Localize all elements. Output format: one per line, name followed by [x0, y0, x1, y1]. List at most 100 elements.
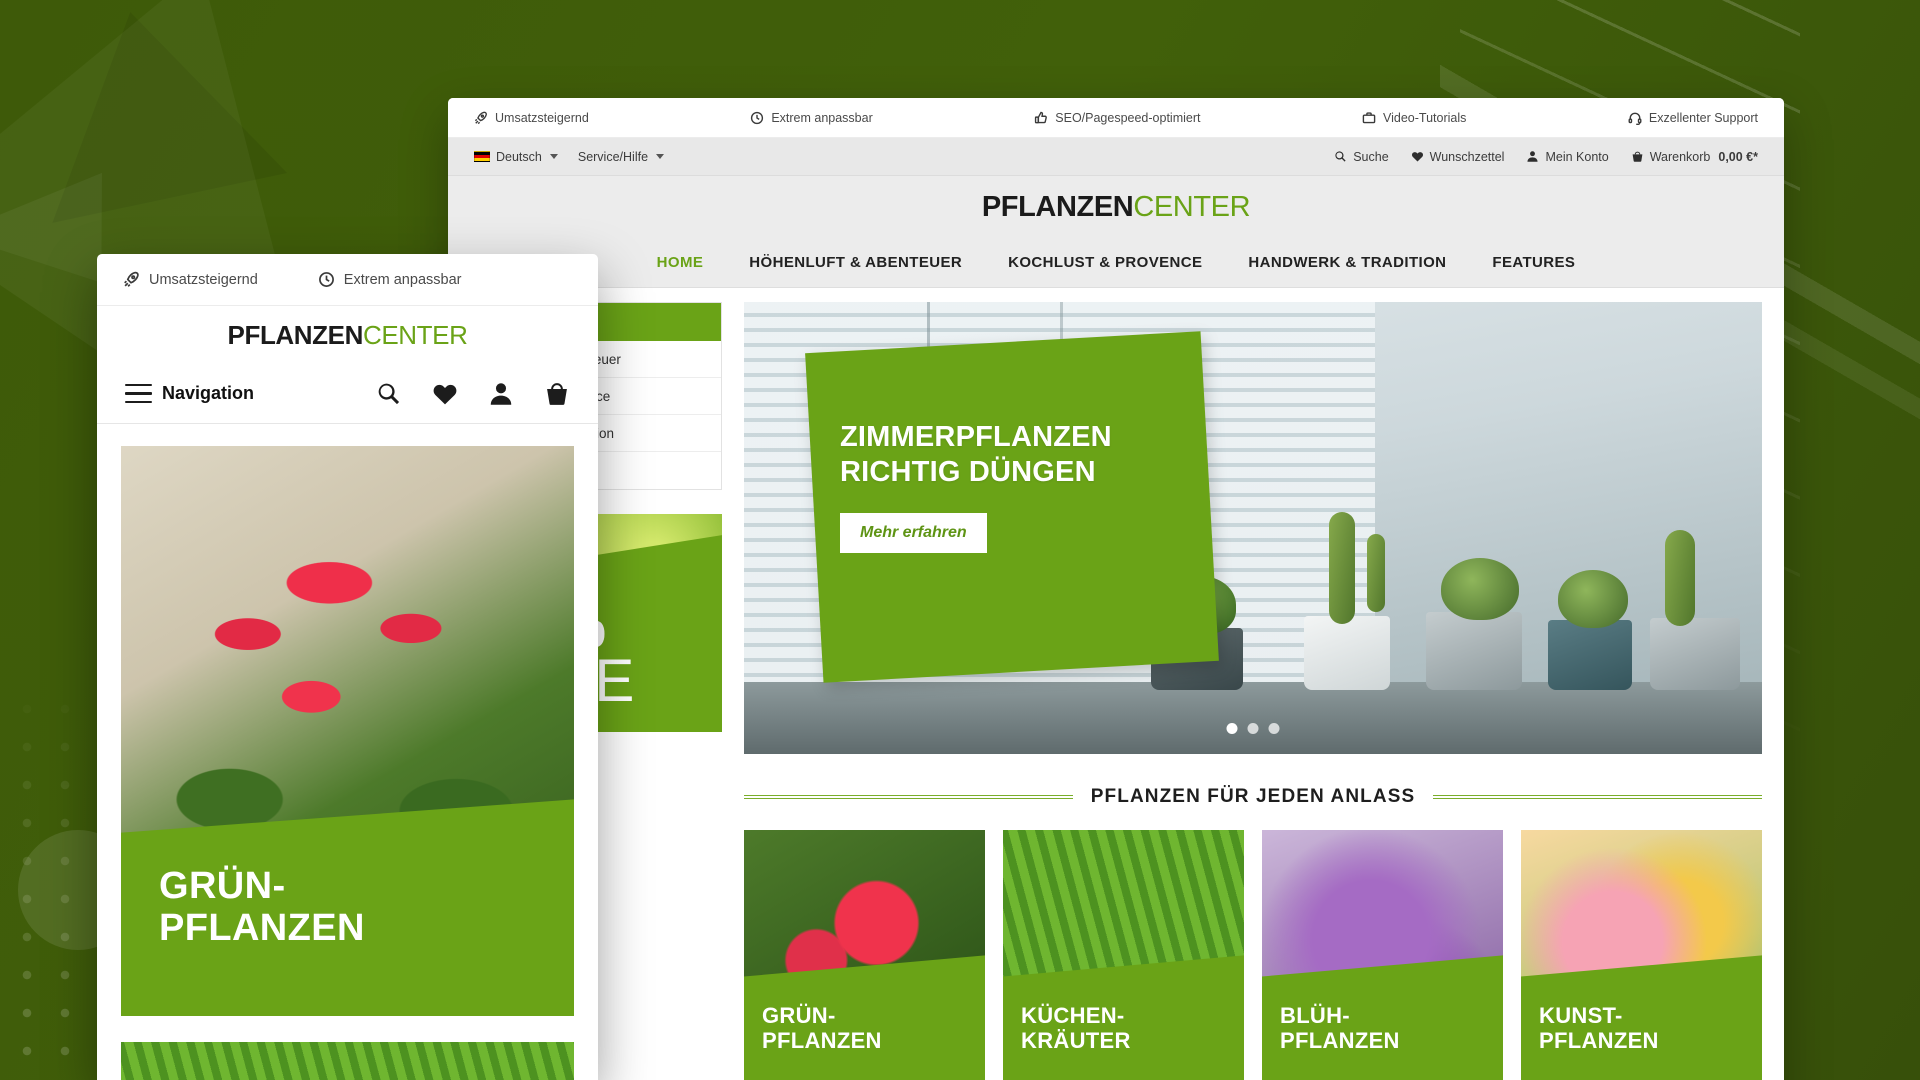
slider-dot-3[interactable] [1268, 723, 1280, 734]
tile-caption: BLÜH- PFLANZEN [1280, 1003, 1495, 1053]
mobile-usp-bar: Umsatzsteigernd Extrem anpassbar [97, 254, 598, 306]
search-label: Suche [1353, 149, 1389, 164]
mobile-tile-caption-line1: GRÜN- [159, 865, 286, 907]
hero-cta-button[interactable]: Mehr erfahren [840, 512, 987, 553]
hero-copy: ZIMMERPFLANZEN RICHTIG DÜNGEN Mehr erfah… [840, 420, 1220, 553]
category-tiles: GRÜN- PFLANZEN KÜCHEN- KRÄUTER BLÜH- PFL… [744, 830, 1762, 1080]
logo-bold-part: PFLANZEN [981, 190, 1134, 223]
language-selector[interactable]: Deutsch [474, 150, 558, 164]
wishlist-label: Wunschzettel [1429, 149, 1505, 164]
nav-item-hoehenluft-abenteuer[interactable]: HÖHENLUFT & ABENTEUER [749, 254, 962, 271]
mobile-logo-band: PFLANZENCENTER [97, 306, 598, 364]
thumbs-up-icon [1034, 111, 1048, 125]
mobile-usp-item-umsatzsteigernd: Umsatzsteigernd [123, 271, 258, 288]
cactus-decor [1329, 512, 1356, 624]
usp-label: Video-Tutorials [1383, 110, 1467, 125]
nav-item-home[interactable]: HOME [657, 254, 704, 271]
cactus-decor [1665, 530, 1696, 626]
rocket-icon [123, 271, 140, 288]
mobile-body: GRÜN- PFLANZEN [97, 424, 598, 1080]
cart-button[interactable]: Warenkorb 0,00 €* [1631, 150, 1758, 164]
usp-label: Umsatzsteigernd [495, 110, 589, 125]
usp-label: Extrem anpassbar [771, 110, 873, 125]
mobile-shop-window: Umsatzsteigernd Extrem anpassbar PFLANZE… [97, 254, 598, 1080]
usp-item-video-tutorials: Video-Tutorials [1362, 111, 1466, 125]
tile-caption: KUNST- PFLANZEN [1539, 1003, 1754, 1053]
service-help-label: Service/Hilfe [577, 149, 649, 164]
hero-slider[interactable]: ZIMMERPFLANZEN RICHTIG DÜNGEN Mehr erfah… [744, 302, 1762, 754]
nav-item-handwerk-tradition[interactable]: HANDWERK & TRADITION [1248, 254, 1446, 271]
language-label: Deutsch [496, 149, 542, 164]
shop-logo[interactable]: PFLANZENCENTER [981, 190, 1251, 223]
cart-label: Warenkorb [1649, 149, 1711, 164]
heart-icon[interactable] [432, 381, 458, 407]
tile-caption-line2: KRÄUTER [1021, 1027, 1131, 1053]
plant-pot-decor [1548, 620, 1633, 690]
search-button[interactable]: Suche [1334, 149, 1389, 164]
nav-item-kochlust-provence[interactable]: KOCHLUST & PROVENCE [1008, 254, 1202, 271]
main-column: ZIMMERPFLANZEN RICHTIG DÜNGEN Mehr erfah… [744, 302, 1763, 1080]
category-tile-bluehpflanzen[interactable]: BLÜH- PFLANZEN [1262, 830, 1503, 1080]
search-icon[interactable] [376, 381, 402, 407]
section-title: PFLANZEN FÜR JEDEN ANLASS [1090, 786, 1416, 807]
usp-item-extrem-anpassbar: Extrem anpassbar [750, 110, 873, 125]
logo-light-part: CENTER [362, 320, 468, 350]
plant-pot-decor [1303, 616, 1390, 690]
usp-label: Exzellenter Support [1648, 110, 1758, 125]
cart-total: 0,00 €* [1718, 149, 1758, 164]
mobile-usp-label: Extrem anpassbar [343, 271, 462, 288]
rocket-icon [474, 111, 488, 125]
cactus-decor [1367, 534, 1386, 612]
mobile-usp-label: Umsatzsteigernd [149, 271, 258, 288]
section-rule-left [744, 795, 1073, 799]
hamburger-menu-icon[interactable] [125, 383, 152, 404]
desktop-main-navigation: HOME HÖHENLUFT & ABENTEUER KOCHLUST & PR… [448, 238, 1784, 288]
hero-headline-line1: ZIMMERPFLANZEN [840, 421, 1112, 453]
category-tile-kunstpflanzen[interactable]: KUNST- PFLANZEN [1521, 830, 1762, 1080]
category-tile-gruenpflanzen[interactable]: GRÜN- PFLANZEN [744, 830, 985, 1080]
mobile-category-tile-next[interactable] [121, 1042, 574, 1080]
clock-icon [318, 271, 335, 288]
heart-icon [1411, 150, 1424, 163]
desktop-shop-window: Umsatzsteigernd Extrem anpassbar SEO/Pag… [448, 98, 1784, 1080]
mobile-shop-logo[interactable]: PFLANZENCENTER [228, 322, 468, 348]
usp-label: SEO/Pagespeed-optimiert [1055, 110, 1201, 125]
mobile-nav-label[interactable]: Navigation [162, 383, 254, 404]
headset-icon [1628, 111, 1642, 125]
account-button[interactable]: Mein Konto [1526, 149, 1609, 164]
tile-caption-line1: KÜCHEN- [1021, 1003, 1125, 1028]
desktop-utility-bar: Deutsch Service/Hilfe Suche Wunschzettel… [448, 138, 1784, 176]
search-icon [1334, 150, 1347, 163]
succulent-decor [1441, 558, 1520, 620]
mobile-usp-item-extrem-anpassbar: Extrem anpassbar [318, 271, 462, 288]
tile-caption: GRÜN- PFLANZEN [762, 1003, 977, 1053]
nav-item-features[interactable]: FEATURES [1492, 254, 1575, 271]
user-icon [1526, 150, 1539, 163]
usp-item-seo-pagespeed: SEO/Pagespeed-optimiert [1034, 111, 1200, 125]
service-help-menu[interactable]: Service/Hilfe [577, 149, 665, 164]
plant-pot-decor [1650, 618, 1741, 690]
wishlist-button[interactable]: Wunschzettel [1411, 149, 1505, 164]
desktop-logo-band: PFLANZENCENTER [448, 176, 1784, 238]
cart-icon[interactable] [544, 381, 570, 407]
account-label: Mein Konto [1545, 149, 1609, 164]
tile-caption-line1: KUNST- [1539, 1003, 1623, 1028]
slider-dot-1[interactable] [1226, 723, 1238, 734]
chevron-down-icon [656, 154, 665, 159]
category-tile-kuechenkraeuter[interactable]: KÜCHEN- KRÄUTER [1003, 830, 1244, 1080]
succulent-decor [1558, 570, 1629, 628]
clock-icon [750, 111, 764, 125]
logo-bold-part: PFLANZEN [227, 320, 364, 350]
screenshot-stage: Umsatzsteigernd Extrem anpassbar SEO/Pag… [0, 0, 1920, 1080]
mobile-tile-caption-line2: PFLANZEN [159, 906, 365, 949]
user-icon[interactable] [488, 381, 514, 407]
usp-item-umsatzsteigernd: Umsatzsteigernd [474, 111, 589, 125]
plant-pot-decor [1426, 612, 1523, 690]
slider-dot-2[interactable] [1247, 723, 1259, 734]
mobile-category-tile-gruenpflanzen[interactable]: GRÜN- PFLANZEN [121, 446, 574, 1016]
tile-caption-line2: PFLANZEN [1539, 1027, 1659, 1053]
hero-slider-dots [1226, 723, 1280, 734]
usp-item-exzellenter-support: Exzellenter Support [1628, 111, 1758, 125]
tile-caption-line2: PFLANZEN [762, 1027, 882, 1053]
desktop-usp-bar: Umsatzsteigernd Extrem anpassbar SEO/Pag… [448, 98, 1784, 138]
